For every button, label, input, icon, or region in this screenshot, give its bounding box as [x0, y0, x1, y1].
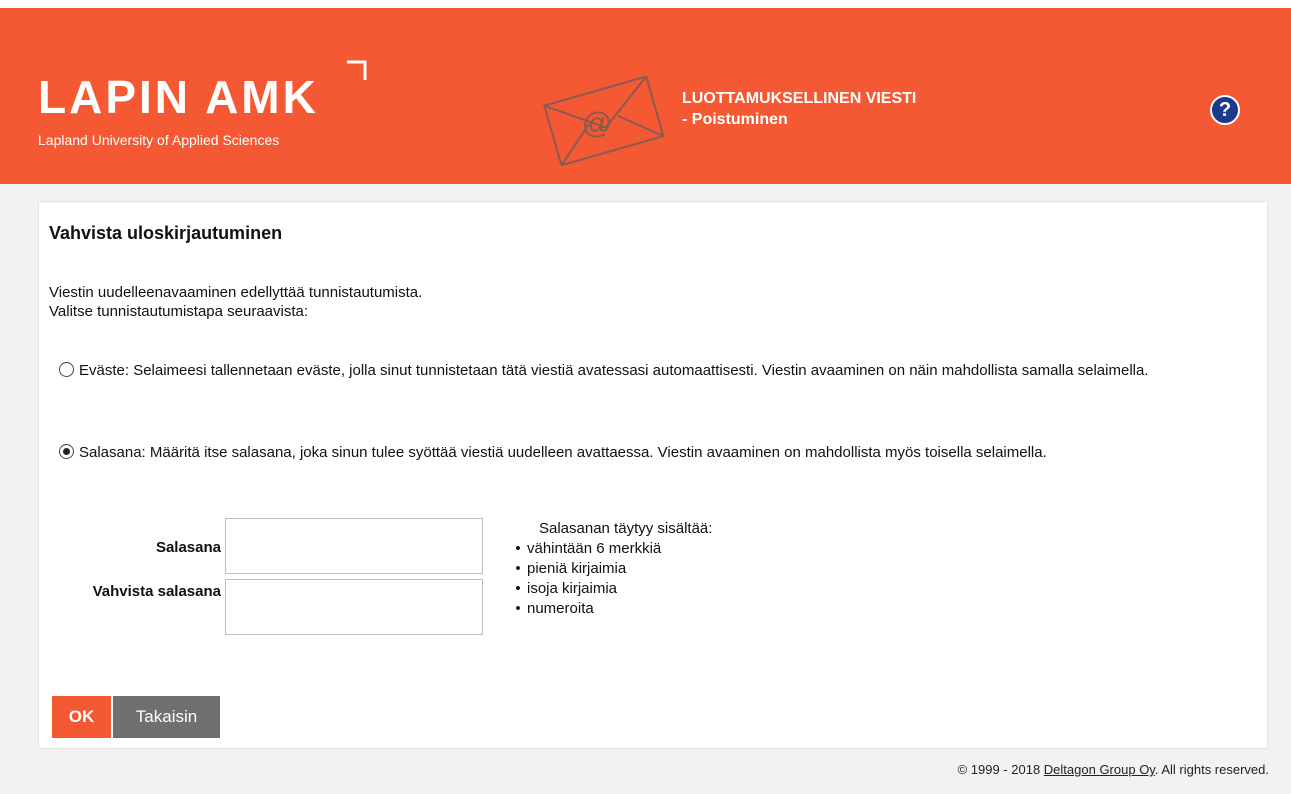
- password-label: Salasana: [155, 539, 221, 556]
- envelope-at-icon: @: [543, 75, 665, 166]
- option-password-text: Salasana: Määritä itse salasana, joka si…: [79, 444, 1047, 461]
- password-radio[interactable]: [59, 444, 74, 459]
- option-password[interactable]: Salasana: Määritä itse salasana, joka si…: [49, 443, 1254, 463]
- requirement-item: numeroita: [511, 599, 712, 619]
- svg-text:@: @: [582, 107, 612, 140]
- requirement-item: pieniä kirjaimia: [511, 559, 712, 579]
- requirements-list: vähintään 6 merkkiä pieniä kirjaimia iso…: [511, 539, 712, 619]
- intro-line-1: Viestin uudelleenavaaminen edellyttää tu…: [49, 284, 423, 301]
- message-title-line1: LUOTTAMUKSELLINEN VIESTI: [682, 90, 917, 107]
- option-cookie-text: Eväste: Selaimeesi tallennetaan eväste, …: [79, 362, 1149, 379]
- top-strip: [0, 0, 1291, 8]
- intro-line-2: Valitse tunnistautumistapa seuraavista:: [49, 303, 309, 320]
- confirm-password-label: Vahvista salasana: [92, 583, 221, 600]
- confirm-password-input[interactable]: [225, 579, 483, 635]
- requirements-title: Salasanan täytyy sisältää:: [539, 520, 713, 537]
- logo-title: LAPIN AMK: [38, 71, 319, 123]
- help-button[interactable]: ?: [1210, 95, 1240, 125]
- footer: © 1999 - 2018 Deltagon Group Oy. All rig…: [958, 762, 1269, 777]
- message-title-line2: - Poistuminen: [682, 111, 788, 128]
- cookie-radio[interactable]: [59, 362, 74, 377]
- footer-company-link[interactable]: Deltagon Group Oy: [1044, 762, 1155, 777]
- logout-panel: Vahvista uloskirjautuminen Viestin uudel…: [38, 201, 1268, 749]
- intro-text: Viestin uudelleenavaaminen edellyttää tu…: [49, 283, 422, 321]
- logo-subtitle: Lapland University of Applied Sciences: [38, 132, 280, 148]
- option-cookie[interactable]: Eväste: Selaimeesi tallennetaan eväste, …: [49, 361, 1254, 381]
- password-requirements: Salasanan täytyy sisältää: vähintään 6 m…: [527, 519, 713, 619]
- footer-rights: . All rights reserved.: [1154, 762, 1269, 777]
- password-input[interactable]: [225, 518, 483, 574]
- ok-button[interactable]: OK: [52, 696, 111, 738]
- requirement-item: vähintään 6 merkkiä: [511, 539, 712, 559]
- panel-title: Vahvista uloskirjautuminen: [49, 223, 283, 243]
- logo-corner-mark: [347, 60, 367, 80]
- message-title: LUOTTAMUKSELLINEN VIESTI - Poistuminen: [682, 88, 916, 130]
- footer-copyright: © 1999 - 2018: [957, 762, 1044, 777]
- help-icon: ?: [1218, 99, 1232, 121]
- page-header: LAPIN AMK Lapland University of Applied …: [0, 8, 1291, 184]
- requirement-item: isoja kirjaimia: [511, 579, 712, 599]
- back-button[interactable]: Takaisin: [113, 696, 220, 738]
